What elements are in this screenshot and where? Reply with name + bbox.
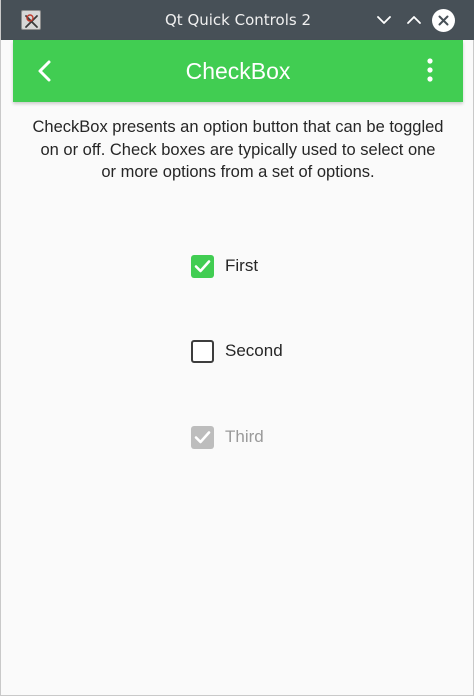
checkbox-unchecked-icon[interactable]: [191, 339, 214, 363]
checkbox-first[interactable]: First: [191, 253, 258, 279]
page-title: CheckBox: [185, 58, 291, 84]
checkbox-checked-icon[interactable]: [191, 254, 214, 278]
minimize-icon[interactable]: [373, 9, 395, 31]
window-titlebar[interactable]: Qt Quick Controls 2: [1, 0, 474, 40]
page-description: CheckBox presents an option button that …: [32, 118, 444, 181]
checkbox-label: Third: [225, 427, 264, 446]
checkbox-disabled-checked-icon: [191, 425, 214, 449]
checkbox-second[interactable]: Second: [191, 338, 283, 364]
checkbox-third: Third: [191, 424, 264, 450]
more-vertical-icon[interactable]: [421, 56, 439, 86]
maximize-icon[interactable]: [403, 9, 425, 31]
checkbox-label: Second: [225, 341, 283, 360]
app-window: Qt Quick Controls 2 CheckBox CheckBox pr…: [0, 0, 474, 696]
app-header: CheckBox: [13, 40, 463, 102]
checkbox-label: First: [225, 256, 259, 275]
close-icon[interactable]: [432, 9, 455, 32]
